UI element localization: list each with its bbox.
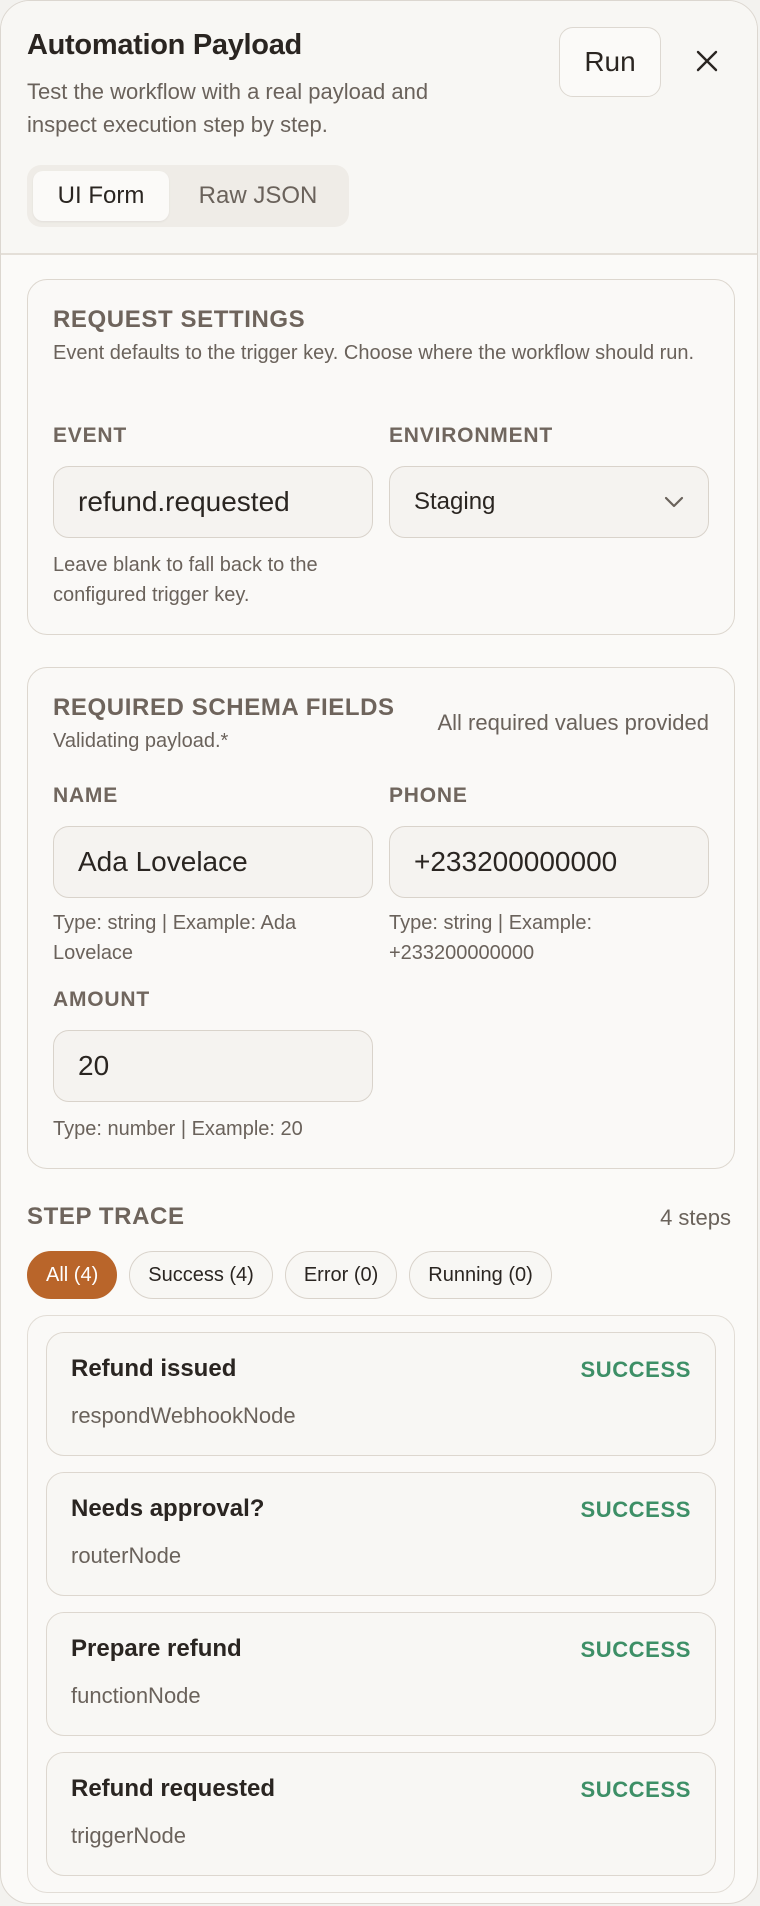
- filter-error[interactable]: Error (0): [284, 1251, 398, 1299]
- phone-hint: Type: string | Example: +233200000000: [389, 912, 593, 964]
- environment-label: ENVIRONMENT: [389, 424, 553, 447]
- filter-all[interactable]: All (4): [27, 1251, 118, 1299]
- chevron-down-icon: [664, 496, 684, 508]
- step-trace-title: STEP TRACE: [27, 1203, 185, 1230]
- amount-label: AMOUNT: [53, 988, 150, 1011]
- step-node-type: triggerNode: [71, 1823, 186, 1848]
- event-hint: Leave blank to fall back to the configur…: [53, 554, 318, 606]
- trace-filters: All (4) Success (4) Error (0) Running (0…: [27, 1251, 552, 1299]
- view-mode-toggle: UI Form Raw JSON: [27, 165, 349, 227]
- phone-label: PHONE: [389, 784, 468, 807]
- schema-fields-subtitle: Validating payload.*: [53, 730, 229, 752]
- name-hint: Type: string | Example: Ada Lovelace: [53, 912, 297, 964]
- step-node-type: respondWebhookNode: [71, 1403, 296, 1428]
- step-name: Needs approval?: [71, 1495, 265, 1522]
- environment-select[interactable]: Staging: [389, 466, 709, 538]
- close-button[interactable]: [687, 41, 727, 81]
- name-label: NAME: [53, 784, 119, 807]
- step-status-badge: SUCCESS: [580, 1357, 691, 1382]
- trace-step[interactable]: Needs approval? routerNode SUCCESS: [46, 1472, 716, 1596]
- phone-input[interactable]: +233200000000: [389, 826, 709, 898]
- request-settings-title: REQUEST SETTINGS: [53, 306, 306, 333]
- filter-running[interactable]: Running (0): [409, 1251, 552, 1299]
- step-name: Prepare refund: [71, 1635, 242, 1662]
- trace-step[interactable]: Refund issued respondWebhookNode SUCCESS: [46, 1332, 716, 1456]
- schema-fields-card: REQUIRED SCHEMA FIELDS Validating payloa…: [27, 667, 735, 1169]
- step-node-type: functionNode: [71, 1683, 201, 1708]
- step-status-badge: SUCCESS: [580, 1637, 691, 1662]
- request-settings-card: REQUEST SETTINGS Event defaults to the t…: [27, 279, 735, 635]
- validation-status: All required values provided: [437, 710, 710, 735]
- step-status-badge: SUCCESS: [580, 1777, 691, 1802]
- close-icon: [696, 50, 718, 72]
- automation-payload-panel: Automation Payload Test the workflow wit…: [0, 0, 758, 1904]
- schema-fields-title: REQUIRED SCHEMA FIELDS: [53, 694, 395, 721]
- step-count: 4 steps: [660, 1205, 731, 1230]
- environment-selected-value: Staging: [414, 488, 496, 515]
- tab-ui-form[interactable]: UI Form: [33, 171, 169, 221]
- step-status-badge: SUCCESS: [580, 1497, 691, 1522]
- step-trace-list: Refund issued respondWebhookNode SUCCESS…: [27, 1315, 735, 1893]
- step-name: Refund requested: [71, 1775, 276, 1802]
- name-input[interactable]: Ada Lovelace: [53, 826, 373, 898]
- run-button[interactable]: Run: [559, 27, 661, 97]
- panel-header: Automation Payload Test the workflow wit…: [1, 1, 757, 255]
- tab-raw-json[interactable]: Raw JSON: [173, 171, 343, 221]
- request-settings-description: Event defaults to the trigger key. Choos…: [53, 342, 695, 364]
- amount-input[interactable]: 20: [53, 1030, 373, 1102]
- step-node-type: routerNode: [71, 1543, 182, 1568]
- trace-step[interactable]: Refund requested triggerNode SUCCESS: [46, 1752, 716, 1876]
- event-label: EVENT: [53, 424, 128, 447]
- panel-title: Automation Payload: [27, 29, 302, 61]
- event-input[interactable]: refund.requested: [53, 466, 373, 538]
- filter-success[interactable]: Success (4): [129, 1251, 273, 1299]
- panel-subtitle: Test the workflow with a real payload an…: [27, 79, 429, 137]
- step-name: Refund issued: [71, 1355, 237, 1382]
- trace-step[interactable]: Prepare refund functionNode SUCCESS: [46, 1612, 716, 1736]
- amount-hint: Type: number | Example: 20: [53, 1118, 303, 1140]
